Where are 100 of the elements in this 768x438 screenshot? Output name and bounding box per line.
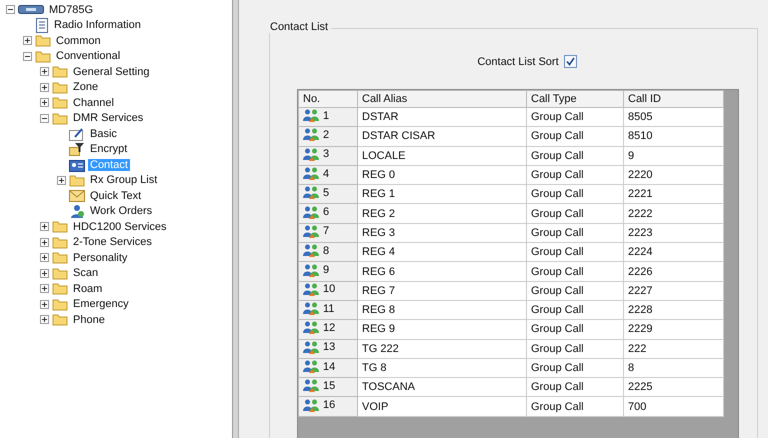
group-icon <box>303 109 319 122</box>
table-cell: Group Call <box>526 204 624 224</box>
row-header[interactable]: 16 <box>298 396 358 416</box>
tree-item[interactable]: Emergency <box>71 298 131 310</box>
table-cell: REG 6 <box>358 262 526 282</box>
tree-item[interactable]: Common <box>54 34 103 47</box>
column-header[interactable]: Call ID <box>624 90 724 108</box>
collapse-icon[interactable] <box>23 52 32 61</box>
row-number: 15 <box>323 380 336 392</box>
expand-icon[interactable] <box>40 222 49 232</box>
tree-item[interactable]: HDC1200 Services <box>71 220 169 233</box>
row-header[interactable]: 7 <box>298 223 358 243</box>
expand-icon[interactable] <box>40 238 49 247</box>
row-header[interactable]: 5 <box>298 184 358 204</box>
tree-item[interactable]: Phone <box>71 314 107 326</box>
funnel-icon <box>69 142 85 156</box>
table-cell: REG 2 <box>358 204 526 224</box>
column-header[interactable]: No. <box>298 90 358 108</box>
row-number: 16 <box>323 399 336 412</box>
row-header[interactable]: 12 <box>298 320 358 340</box>
table-cell: Group Call <box>526 281 624 300</box>
row-number: 3 <box>323 148 330 160</box>
tree-item[interactable]: DMR Services <box>71 112 146 124</box>
expand-icon[interactable] <box>40 300 49 309</box>
table-cell: 222 <box>624 339 724 358</box>
table-cell: 2227 <box>624 281 724 300</box>
group-icon <box>303 167 319 180</box>
expand-icon[interactable] <box>40 315 49 324</box>
row-header[interactable]: 10 <box>298 281 358 300</box>
expand-icon[interactable] <box>23 36 32 46</box>
table-cell: Group Call <box>526 146 624 166</box>
row-number: 7 <box>323 225 330 238</box>
tree-item[interactable]: Personality <box>71 252 130 264</box>
table-cell: Group Call <box>526 223 624 243</box>
row-header[interactable]: 2 <box>298 126 358 146</box>
tree-item[interactable]: General Setting <box>71 66 152 78</box>
row-header[interactable]: 11 <box>298 300 358 320</box>
row-header[interactable]: 8 <box>298 242 358 262</box>
row-number: 8 <box>323 244 330 257</box>
row-header[interactable]: 13 <box>298 339 358 358</box>
row-header[interactable]: 3 <box>298 146 358 166</box>
tree-item[interactable]: Roam <box>71 282 104 295</box>
sort-checkbox[interactable] <box>564 55 577 68</box>
tree-item[interactable]: Encrypt <box>88 143 130 156</box>
radio-device-icon <box>18 5 44 14</box>
tree-item[interactable]: 2-Tone Services <box>71 236 154 248</box>
column-header[interactable]: Call Type <box>526 90 624 108</box>
tree-item[interactable]: Radio Information <box>52 19 143 32</box>
tree-item[interactable]: Quick Text <box>88 190 144 202</box>
tree-item[interactable]: Basic <box>88 128 119 140</box>
expand-icon[interactable] <box>57 176 66 185</box>
table-cell: REG 0 <box>358 165 526 185</box>
row-number: 11 <box>323 302 334 315</box>
table-cell: Group Call <box>526 378 624 397</box>
table-cell: TG 222 <box>358 339 526 358</box>
folder-icon <box>52 282 68 296</box>
group-icon <box>303 206 319 219</box>
folder-icon <box>52 112 68 125</box>
table-cell: Group Call <box>526 339 624 358</box>
table-cell: DSTAR CISAR <box>358 126 526 146</box>
table-cell: 8 <box>624 358 724 378</box>
expand-icon[interactable] <box>40 98 49 108</box>
table-cell: Group Call <box>526 184 624 204</box>
expand-icon[interactable] <box>40 268 49 278</box>
collapse-icon[interactable] <box>40 114 49 123</box>
tree-item[interactable]: Conventional <box>54 50 122 62</box>
table-cell: 8505 <box>624 108 724 127</box>
tree-item[interactable]: Scan <box>71 267 100 280</box>
expand-icon[interactable] <box>40 82 49 92</box>
group-icon <box>303 379 319 392</box>
table-cell: 2221 <box>624 184 724 204</box>
row-header[interactable]: 14 <box>298 358 358 378</box>
folder-icon <box>52 251 68 264</box>
tree-item[interactable]: Zone <box>71 81 100 94</box>
table-cell: REG 4 <box>358 242 526 262</box>
table-cell: LOCALE <box>358 146 526 166</box>
tree-item[interactable]: Channel <box>71 96 116 109</box>
checkbox-label: Contact List Sort <box>477 56 559 68</box>
tree-item[interactable]: Rx Group List <box>88 174 160 186</box>
folder-icon <box>52 298 68 311</box>
folder-icon <box>52 266 68 280</box>
tree-item[interactable]: Work Orders <box>88 205 154 218</box>
table-cell: Group Call <box>526 396 624 416</box>
column-header[interactable]: Call Alias <box>358 90 526 108</box>
expand-icon[interactable] <box>40 253 49 262</box>
row-header[interactable]: 6 <box>298 204 358 224</box>
table-cell: 2226 <box>624 262 724 282</box>
tree-item[interactable]: MD785G <box>47 4 96 16</box>
table-cell: 8510 <box>624 126 724 146</box>
expand-icon[interactable] <box>40 284 49 294</box>
folder-icon <box>35 50 51 63</box>
group-title: Contact List <box>267 21 332 33</box>
row-header[interactable]: 4 <box>298 165 358 185</box>
table-cell: Group Call <box>526 242 624 262</box>
row-header[interactable]: 9 <box>298 262 358 282</box>
row-header[interactable]: 1 <box>298 108 358 127</box>
row-header[interactable]: 15 <box>298 378 358 397</box>
collapse-icon[interactable] <box>6 5 15 14</box>
table-cell: REG 3 <box>358 223 526 243</box>
expand-icon[interactable] <box>40 67 49 76</box>
